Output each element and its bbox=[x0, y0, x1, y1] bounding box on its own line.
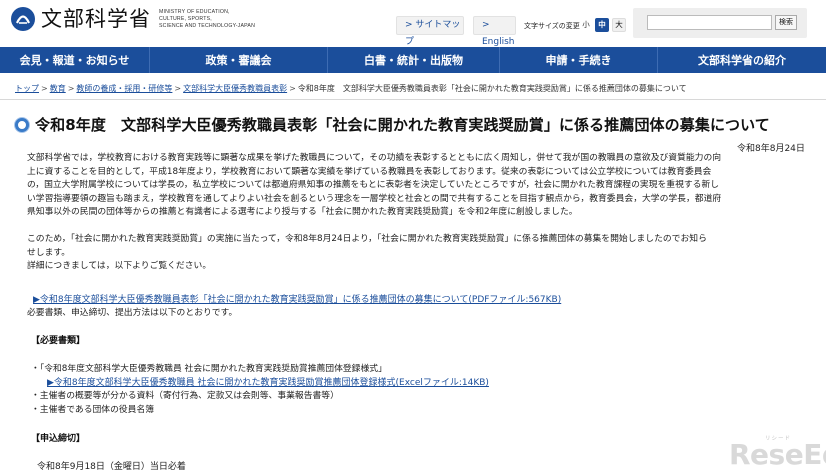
breadcrumb-separator: > bbox=[67, 84, 75, 93]
sitemap-link[interactable]: > サイトマップ bbox=[396, 16, 464, 47]
watermark-logo: リシード ReseEd bbox=[729, 434, 826, 471]
paragraph-line: の，国立大学附属学校については学長の，私立学校については都道府県知事の推薦をもと… bbox=[27, 180, 720, 190]
pdf-download-link[interactable]: ▶令和8年度文部科学大臣優秀教職員表彰「社会に開かれた教育実践奨励賞」に係る推薦… bbox=[33, 292, 561, 305]
watermark-text: ReseEd bbox=[729, 438, 826, 471]
title-bullet-icon bbox=[15, 117, 29, 132]
breadcrumb-link-top[interactable]: トップ bbox=[15, 84, 39, 93]
breadcrumb-separator: > bbox=[289, 84, 296, 93]
notice-paragraph: このため，「社会に開かれた教育実践奨励賞」の実施に当たって，令和8年8月24日よ… bbox=[27, 233, 801, 274]
breadcrumb-separator: > bbox=[174, 84, 182, 93]
paragraph-line: 詳細につきましては，以下よりご覧ください。 bbox=[27, 261, 212, 271]
font-size-label: 文字サイズの変更 bbox=[524, 22, 580, 30]
breadcrumb-link-teachers[interactable]: 教師の養成・採用・研修等 bbox=[76, 84, 172, 93]
document-item: ・「令和8年度文部科学大臣優秀教職員 社会に開かれた教育実践奨励賞推薦団体登録様… bbox=[31, 364, 387, 374]
breadcrumb-link-award[interactable]: 文部科学大臣優秀教職員表彰 bbox=[183, 84, 287, 93]
paragraph-line: このため，「社会に開かれた教育実践奨励賞」の実施に当たって，令和8年8月24日よ… bbox=[27, 234, 707, 244]
logo-sub-line: MINISTRY OF EDUCATION, bbox=[159, 8, 230, 15]
document-item: ・主催者である団体の役員名簿 bbox=[31, 405, 155, 415]
english-link[interactable]: > English bbox=[473, 16, 516, 47]
excel-download-link[interactable]: ▶令和8年度文部科学大臣優秀教職員 社会に開かれた教育実践奨励賞推薦団体登録様式… bbox=[47, 375, 489, 388]
font-size-medium-button[interactable]: 中 bbox=[595, 18, 609, 32]
document-item: ・主催者の概要等が分かる資料（寄付行為、定款又は会則等、事業報告書等） bbox=[31, 391, 339, 401]
paragraph-line: い学習指導要領の趣旨も踏まえ，学校教育を通してよりよい社会を創るという理念を一層… bbox=[27, 193, 722, 204]
nav-item-publications[interactable]: 白書・統計・出版物 bbox=[328, 47, 500, 73]
page-title: 令和8年度 文部科学大臣優秀教職員表彰「社会に開かれた教育実践奨励賞」に係る推薦… bbox=[35, 116, 770, 134]
paragraph-line: 県知事以外の民間の団体等からの推薦と有識者による選考により授与する「社会に開かれ… bbox=[27, 207, 578, 217]
nav-item-applications[interactable]: 申請・手続き bbox=[500, 47, 658, 73]
paragraph-line: 上に資することを目的として，平成18年度より，学校教育において顕著な実績を挙げて… bbox=[27, 166, 712, 177]
font-size-small-button[interactable]: 小 bbox=[579, 18, 593, 32]
font-size-large-button[interactable]: 大 bbox=[612, 18, 626, 32]
breadcrumb-separator: > bbox=[41, 84, 48, 93]
search-input[interactable] bbox=[647, 15, 772, 30]
breadcrumb: トップ > 教育 > 教師の養成・採用・研修等 > 文部科学大臣優秀教職員表彰 > 令和8年度 … bbox=[15, 83, 687, 94]
breadcrumb-current: 令和8年度 文部科学大臣優秀教職員表彰「社会に開かれた教育実践奨励賞」に係る推薦… bbox=[297, 84, 687, 93]
site-header: 文部科学省 MINISTRY OF EDUCATION, CULTURE, SP… bbox=[0, 0, 826, 47]
logo-subtext: MINISTRY OF EDUCATION, CULTURE, SPORTS, … bbox=[159, 9, 255, 30]
paragraph-line: せします。 bbox=[27, 247, 71, 258]
breadcrumb-link-education[interactable]: 教育 bbox=[50, 84, 66, 93]
search-button[interactable]: 検索 bbox=[775, 15, 797, 30]
paragraph-line: 文部科学省では，学校教育における教育実践等に顕著な成果を挙げた教職員について，そ… bbox=[27, 153, 722, 163]
deadline-text: 令和8年9月18日（金曜日）当日必着 bbox=[37, 462, 186, 472]
global-nav: 会見・報道・お知らせ 政策・審議会 白書・統計・出版物 申請・手続き 文部科学省… bbox=[0, 47, 826, 73]
logo-text: 文部科学省 bbox=[41, 7, 151, 31]
breadcrumb-divider bbox=[0, 99, 826, 100]
section-heading-deadline: 【申込締切】 bbox=[31, 434, 86, 444]
section-heading-documents: 【必要書類】 bbox=[31, 336, 86, 346]
intro-paragraph: 文部科学省では，学校教育における教育実践等に顕著な成果を挙げた教職員について，そ… bbox=[27, 152, 801, 220]
nav-item-press[interactable]: 会見・報道・お知らせ bbox=[0, 47, 150, 73]
page-title-row: 令和8年度 文部科学大臣優秀教職員表彰「社会に開かれた教育実践奨励賞」に係る推薦… bbox=[15, 114, 770, 135]
logo-sub-line: SCIENCE AND TECHNOLOGY-JAPAN bbox=[159, 22, 256, 29]
site-logo[interactable]: 文部科学省 MINISTRY OF EDUCATION, CULTURE, SP… bbox=[10, 6, 255, 32]
requirements-note: 必要書類、申込締切、提出方法は以下のとおりです。 bbox=[27, 308, 238, 318]
logo-emblem-icon bbox=[10, 6, 36, 32]
logo-sub-line: CULTURE, SPORTS, bbox=[159, 15, 212, 22]
nav-item-policy[interactable]: 政策・審議会 bbox=[150, 47, 328, 73]
nav-item-about[interactable]: 文部科学省の紹介 bbox=[658, 47, 826, 73]
